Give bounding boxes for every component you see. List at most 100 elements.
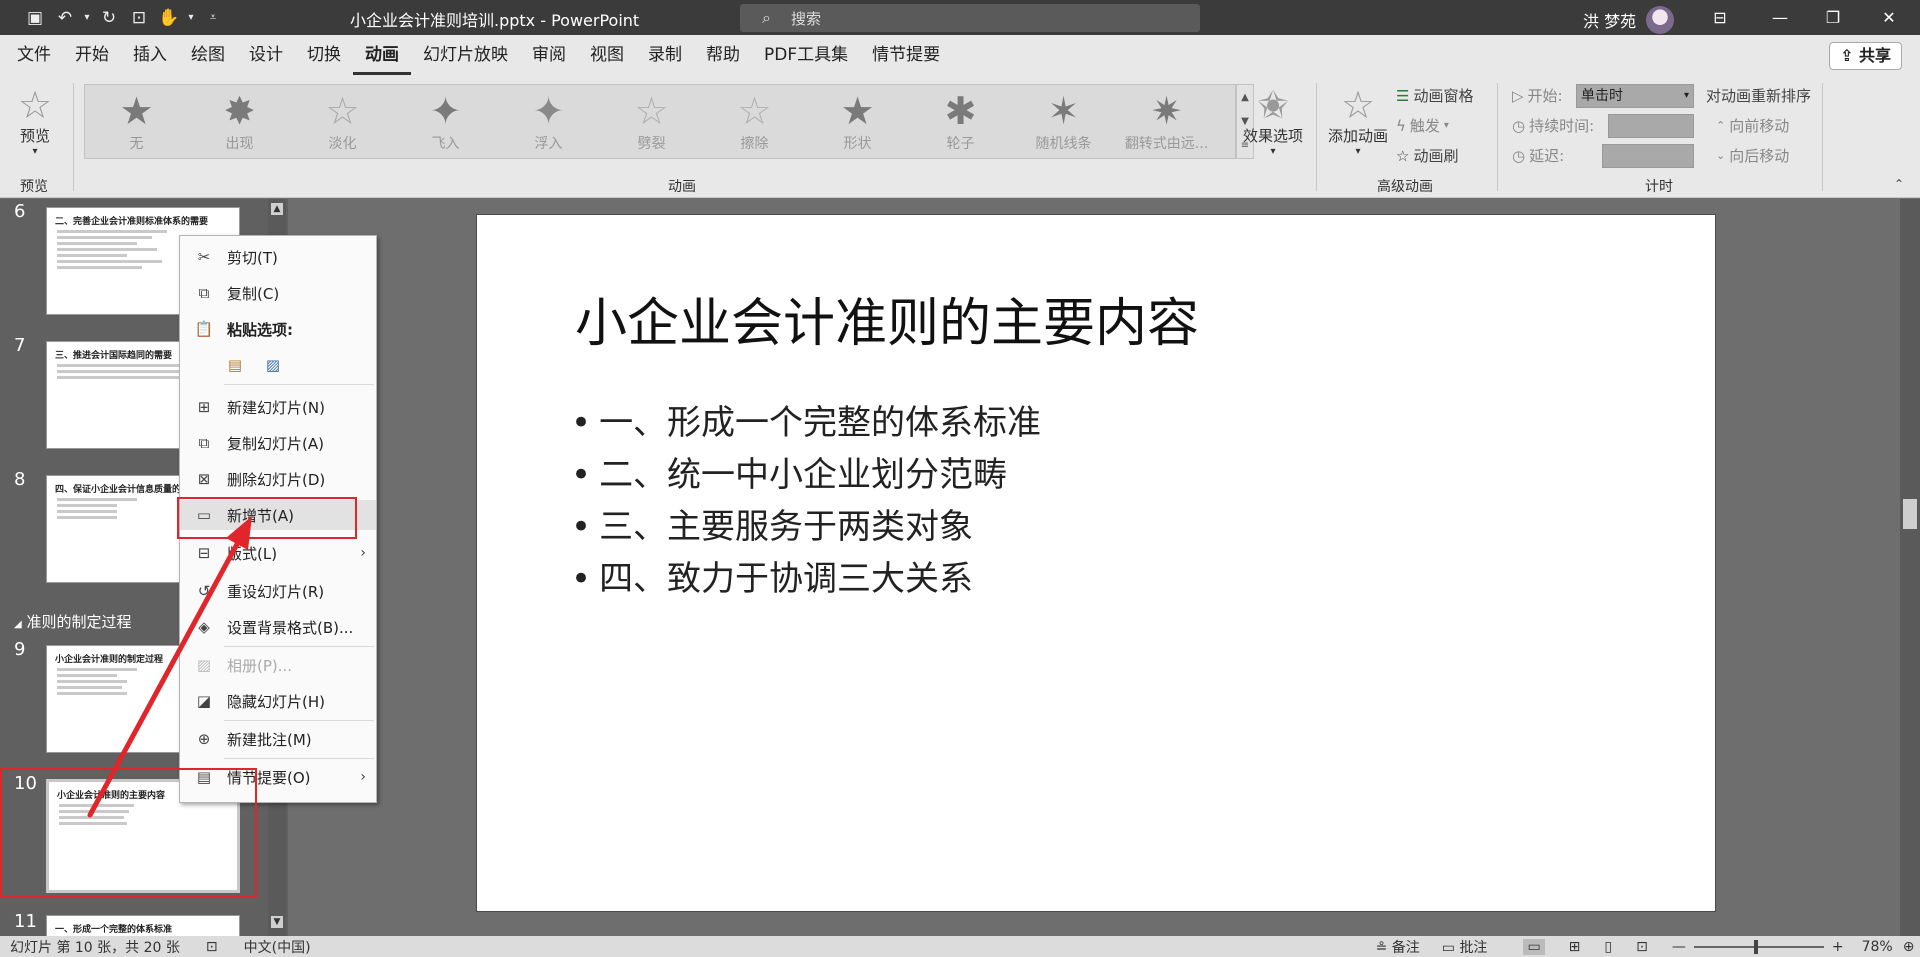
slide-title[interactable]: 小企业会计准则的主要内容: [575, 281, 1199, 356]
touch-dropdown-icon[interactable]: ▾: [184, 0, 198, 35]
animation-option-0[interactable]: ★ 无: [85, 85, 188, 158]
animation-option-5[interactable]: ☆ 劈裂: [600, 85, 703, 158]
tab-6[interactable]: 动画: [353, 35, 411, 75]
fit-slide-icon[interactable]: ⊕: [1903, 939, 1915, 955]
zoom-out-icon[interactable]: —: [1672, 939, 1686, 955]
ribbon-display-icon[interactable]: ⊟: [1695, 0, 1745, 35]
copy-menu-item[interactable]: ⧉ 复制(C): [180, 278, 376, 308]
duplicate-slide-label: 复制幻灯片(A): [227, 434, 324, 453]
zoom-slider[interactable]: [1693, 939, 1824, 954]
animation-option-4[interactable]: ✦ 浮入: [497, 85, 600, 158]
move-earlier-icon: ⌃: [1716, 119, 1726, 132]
notes-button[interactable]: ≗ 备注: [1376, 937, 1420, 957]
tab-11[interactable]: 帮助: [694, 35, 752, 75]
animation-option-10[interactable]: ✷ 翻转式由远...: [1115, 85, 1218, 158]
animation-option-1[interactable]: ✸ 出现: [188, 85, 291, 158]
comments-button[interactable]: ▭ 批注: [1442, 937, 1488, 957]
move-earlier-button[interactable]: ⌃ 向前移动: [1716, 115, 1789, 136]
preview-button[interactable]: ☆ 预览 ▾: [18, 85, 52, 157]
redo-icon[interactable]: ↻: [94, 0, 124, 35]
reading-view-icon[interactable]: ▯: [1604, 939, 1612, 955]
zoom-level[interactable]: 78%: [1862, 939, 1893, 955]
start-select[interactable]: 单击时 ▾: [1576, 84, 1694, 108]
undo-icon[interactable]: ↶: [50, 0, 80, 35]
photo-album-menu-item[interactable]: ▨ 相册(P)...: [180, 650, 376, 680]
slideshow-icon[interactable]: ⊡: [1636, 939, 1648, 955]
tab-0[interactable]: 文件: [5, 35, 63, 75]
delay-input[interactable]: [1602, 144, 1694, 168]
format-background-menu-item[interactable]: ◈ 设置背景格式(B)...: [180, 612, 376, 642]
tab-3[interactable]: 绘图: [179, 35, 237, 75]
menu-separator: [224, 384, 374, 385]
animation-star-icon: ✦: [429, 89, 462, 133]
close-icon[interactable]: ✕: [1864, 0, 1914, 35]
tab-9[interactable]: 视图: [578, 35, 636, 75]
slide-canvas[interactable]: 小企业会计准则的主要内容 一、形成一个完整的体系标准 二、统一中小企业划分范畴 …: [476, 214, 1716, 912]
zoom-in-icon[interactable]: +: [1832, 939, 1844, 955]
language[interactable]: 中文(中国): [244, 937, 311, 957]
customize-toolbar-icon[interactable]: ⩡: [198, 0, 228, 35]
minimize-icon[interactable]: —: [1755, 0, 1805, 35]
cut-menu-item[interactable]: ✂ 剪切(T): [180, 242, 376, 272]
animation-option-8[interactable]: ✱ 轮子: [909, 85, 1012, 158]
tab-2[interactable]: 插入: [121, 35, 179, 75]
tab-13[interactable]: 情节提要: [860, 35, 952, 75]
section-collapse-icon[interactable]: ◢: [14, 619, 22, 630]
menu-separator: [224, 646, 374, 647]
comments-label: 批注: [1459, 939, 1488, 956]
animation-option-7[interactable]: ★ 形状: [806, 85, 909, 158]
touch-mode-icon[interactable]: ✋: [154, 0, 184, 35]
duplicate-slide-menu-item[interactable]: ⧉ 复制幻灯片(A): [180, 428, 376, 458]
paste-picture-icon[interactable]: ▨: [262, 355, 284, 375]
hide-slide-menu-item[interactable]: ◪ 隐藏幻灯片(H): [180, 686, 376, 716]
layout-menu-item[interactable]: ⊟ 版式(L) ›: [180, 538, 376, 568]
accessibility-icon[interactable]: ⊡: [206, 939, 218, 955]
present-icon[interactable]: ⊡: [124, 0, 154, 35]
slide-bullets[interactable]: 一、形成一个完整的体系标准 二、统一中小企业划分范畴 三、主要服务于两类对象 四…: [571, 397, 1041, 605]
collapse-ribbon-icon[interactable]: ⌃: [1894, 177, 1904, 191]
tab-8[interactable]: 审阅: [520, 35, 578, 75]
tab-5[interactable]: 切换: [295, 35, 353, 75]
cut-label: 剪切(T): [227, 248, 278, 267]
paste-keep-formatting-icon[interactable]: ▤: [224, 355, 246, 375]
paste-options-header: 📋 粘贴选项:: [180, 314, 376, 344]
scroll-thumb[interactable]: [1903, 499, 1917, 529]
animation-option-3[interactable]: ✦ 飞入: [394, 85, 497, 158]
animation-group-label: 动画: [668, 179, 696, 195]
tab-4[interactable]: 设计: [237, 35, 295, 75]
add-animation-button[interactable]: ☆ 添加动画 ▾: [1328, 85, 1388, 157]
animation-option-6[interactable]: ☆ 擦除: [703, 85, 806, 158]
scroll-down-icon[interactable]: ▼: [271, 916, 283, 928]
reset-slide-menu-item[interactable]: ↺ 重设幻灯片(R): [180, 576, 376, 606]
effect-options-button[interactable]: ✬ 效果选项 ▾: [1243, 85, 1303, 157]
new-comment-menu-item[interactable]: ⊕ 新建批注(M): [180, 724, 376, 754]
section-header[interactable]: ◢ 准则的制定过程: [14, 611, 132, 632]
user-account[interactable]: 洪 梦苑: [1583, 6, 1675, 34]
move-later-button[interactable]: ⌄ 向后移动: [1716, 145, 1789, 166]
scroll-up-icon[interactable]: ▲: [271, 203, 283, 215]
slide-sorter-icon[interactable]: ⊞: [1569, 939, 1581, 955]
tab-7[interactable]: 幻灯片放映: [411, 35, 520, 75]
tab-10[interactable]: 录制: [636, 35, 694, 75]
editor-scrollbar[interactable]: [1900, 199, 1920, 936]
normal-view-icon[interactable]: ▭: [1523, 938, 1545, 955]
animation-painter-button[interactable]: ☆ 动画刷: [1396, 145, 1458, 166]
new-slide-label: 新建幻灯片(N): [227, 398, 325, 417]
new-slide-menu-item[interactable]: ⊞ 新建幻灯片(N): [180, 392, 376, 422]
separator: [1316, 83, 1317, 191]
animation-pane-label: 动画窗格: [1413, 87, 1474, 105]
animation-option-9[interactable]: ✶ 随机线条: [1012, 85, 1115, 158]
tab-1[interactable]: 开始: [63, 35, 121, 75]
advanced-group-label: 高级动画: [1377, 179, 1433, 195]
trigger-button[interactable]: ϟ 触发 ▾: [1396, 115, 1449, 136]
undo-dropdown-icon[interactable]: ▾: [80, 0, 94, 35]
animation-option-2[interactable]: ☆ 淡化: [291, 85, 394, 158]
duration-input[interactable]: [1608, 114, 1694, 138]
share-button[interactable]: ⇪ 共享: [1829, 42, 1902, 70]
save-icon[interactable]: ▣: [20, 0, 50, 35]
animation-pane-button[interactable]: ☰ 动画窗格: [1396, 85, 1473, 106]
delete-slide-menu-item[interactable]: ⊠ 删除幻灯片(D): [180, 464, 376, 494]
restore-icon[interactable]: ❐: [1808, 0, 1858, 35]
search-input[interactable]: ⌕ 搜索: [740, 4, 1200, 32]
tab-12[interactable]: PDF工具集: [752, 35, 860, 75]
